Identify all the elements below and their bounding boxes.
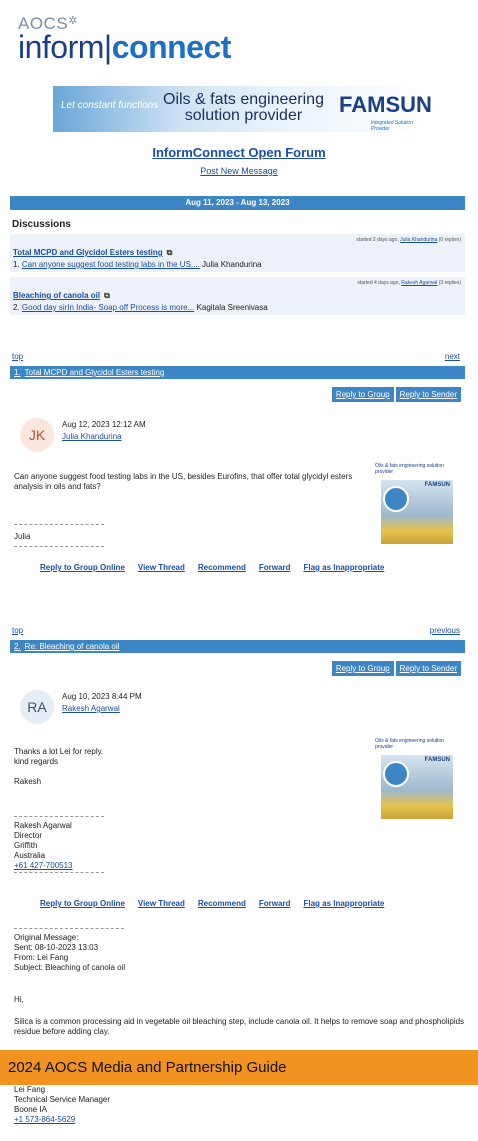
forum-title[interactable]: InformConnect Open Forum xyxy=(0,145,478,160)
author-link[interactable]: Julia Khandurina xyxy=(62,432,146,441)
discussion-meta: started 4 days ago, Rakesh Agarwal (3 re… xyxy=(357,280,461,286)
banner-script-text: Let constant functions xyxy=(61,100,159,111)
reply-online-link[interactable]: Reply to Group Online xyxy=(40,563,125,572)
flag-link[interactable]: Flag as Inappropriate xyxy=(303,563,384,572)
famsun-side-ad[interactable]: Oils & fats engineering solution provide… xyxy=(375,738,455,828)
forward-link[interactable]: Forward xyxy=(259,563,291,572)
divider xyxy=(14,524,104,525)
signature: Julia xyxy=(14,532,31,541)
flag-link[interactable]: Flag as Inappropriate xyxy=(303,899,384,908)
ad-image: FAMSUN xyxy=(381,480,453,544)
famsun-side-ad[interactable]: Oils & fats engineering solution provide… xyxy=(375,463,455,553)
message-nav: top next xyxy=(12,352,460,361)
previous-link[interactable]: previous xyxy=(430,626,460,635)
banner-brand-sub: Integrated Solution Provider xyxy=(371,120,413,132)
meta-author-link[interactable]: Julia Khandurina xyxy=(400,237,437,243)
recommend-link[interactable]: Recommend xyxy=(198,899,246,908)
message-body: Can anyone suggest food testing labs in … xyxy=(14,472,353,491)
footer-signature: Lei Fang Technical Service Manager Boone… xyxy=(14,1085,111,1125)
reply-to-sender-button[interactable]: Reply to Sender xyxy=(395,661,461,676)
author-link[interactable]: Rakesh Agarwal xyxy=(62,704,142,713)
signature: Rakesh Agarwal Director Griffith Austral… xyxy=(14,821,73,871)
reply-buttons: Reply to Group Reply to Sender xyxy=(330,387,461,402)
discussion-preview: 2. Good day sirIn India- Soap off Proces… xyxy=(13,303,268,312)
next-link[interactable]: next xyxy=(445,352,460,361)
top-link[interactable]: top xyxy=(12,352,23,361)
globe-icon xyxy=(383,486,409,512)
avatar: RA xyxy=(20,690,54,724)
discussions-heading: Discussions xyxy=(12,219,71,230)
recommend-link[interactable]: Recommend xyxy=(198,563,246,572)
reply-body: Silica is a common processing aid in veg… xyxy=(14,1017,465,1036)
preview-link[interactable]: Can anyone suggest food testing labs in … xyxy=(22,260,200,269)
external-link-icon[interactable]: ⧉ xyxy=(104,291,110,300)
post-header: Aug 12, 2023 12:12 AM Julia Khandurina xyxy=(62,420,146,441)
message-actions: Reply to Group Online View Thread Recommen… xyxy=(40,563,397,572)
divider xyxy=(14,872,104,873)
media-guide-banner[interactable]: 2024 AOCS Media and Partnership Guide xyxy=(0,1050,478,1085)
message-body: Thanks a lot Lei for reply. kind regards… xyxy=(14,747,104,786)
reply-to-group-button[interactable]: Reply to Group xyxy=(331,387,394,402)
globe-icon xyxy=(383,761,409,787)
divider xyxy=(14,928,124,929)
message-actions: Reply to Group Online View Thread Recommen… xyxy=(40,899,397,908)
greeting: Hi, xyxy=(14,995,24,1004)
post-new-message-link[interactable]: Post New Message xyxy=(0,166,478,176)
meta-author-link[interactable]: Rakesh Agarwal xyxy=(401,280,437,286)
wordmark: inform|connect xyxy=(18,29,231,65)
reply-to-sender-button[interactable]: Reply to Sender xyxy=(395,387,461,402)
message-nav: top previous xyxy=(12,626,460,635)
discussion-preview: 1. Can anyone suggest food testing labs … xyxy=(13,260,262,269)
email-page: AOCS✲ inform|connect Let constant functi… xyxy=(0,0,478,1141)
divider xyxy=(14,546,104,547)
preview-link[interactable]: Good day sirIn India- Soap off Process i… xyxy=(22,303,194,312)
post-header: Aug 10, 2023 8:44 PM Rakesh Agarwal xyxy=(62,692,142,713)
view-thread-link[interactable]: View Thread xyxy=(138,563,185,572)
famsun-banner-ad[interactable]: Let constant functions Oils & fats engin… xyxy=(53,86,432,132)
reply-online-link[interactable]: Reply to Group Online xyxy=(40,899,125,908)
ad-image: FAMSUN xyxy=(381,755,453,819)
informconnect-logo: AOCS✲ inform|connect xyxy=(18,14,231,65)
phone-link[interactable]: +1 573-864-5629 xyxy=(14,1115,110,1125)
reply-buttons: Reply to Group Reply to Sender xyxy=(330,661,461,676)
forward-link[interactable]: Forward xyxy=(259,899,291,908)
message-title-bar[interactable]: 2. Re: Bleaching of canola oil xyxy=(10,640,465,653)
divider xyxy=(14,816,104,817)
discussion-title[interactable]: Bleaching of canola oil ⧉ xyxy=(13,291,110,301)
top-link[interactable]: top xyxy=(12,626,23,635)
phone-link[interactable]: +61 427-700513 xyxy=(14,861,73,871)
banner-brand: FAMSUN xyxy=(339,92,432,117)
external-link-icon[interactable]: ⧉ xyxy=(167,248,173,257)
discussion-item: started 2 days ago, Julia Khandurina (0 … xyxy=(10,234,465,272)
banner-slogan: Oils & fats engineering solution provide… xyxy=(163,91,324,124)
discussion-item: started 4 days ago, Rakesh Agarwal (3 re… xyxy=(10,277,465,315)
avatar: JK xyxy=(20,418,54,452)
view-thread-link[interactable]: View Thread xyxy=(138,899,185,908)
reply-to-group-button[interactable]: Reply to Group xyxy=(331,661,394,676)
date-range-bar: Aug 11, 2023 - Aug 13, 2023 xyxy=(10,196,465,210)
original-message-header: Original Message: Sent: 08-10-2023 13:03… xyxy=(14,933,126,972)
discussion-title[interactable]: Total MCPD and Glycidol Esters testing ⧉ xyxy=(13,248,172,258)
message-title-bar[interactable]: 1. Total MCPD and Glycidol Esters testing xyxy=(10,366,465,379)
discussion-meta: started 2 days ago, Julia Khandurina (0 … xyxy=(356,237,461,243)
